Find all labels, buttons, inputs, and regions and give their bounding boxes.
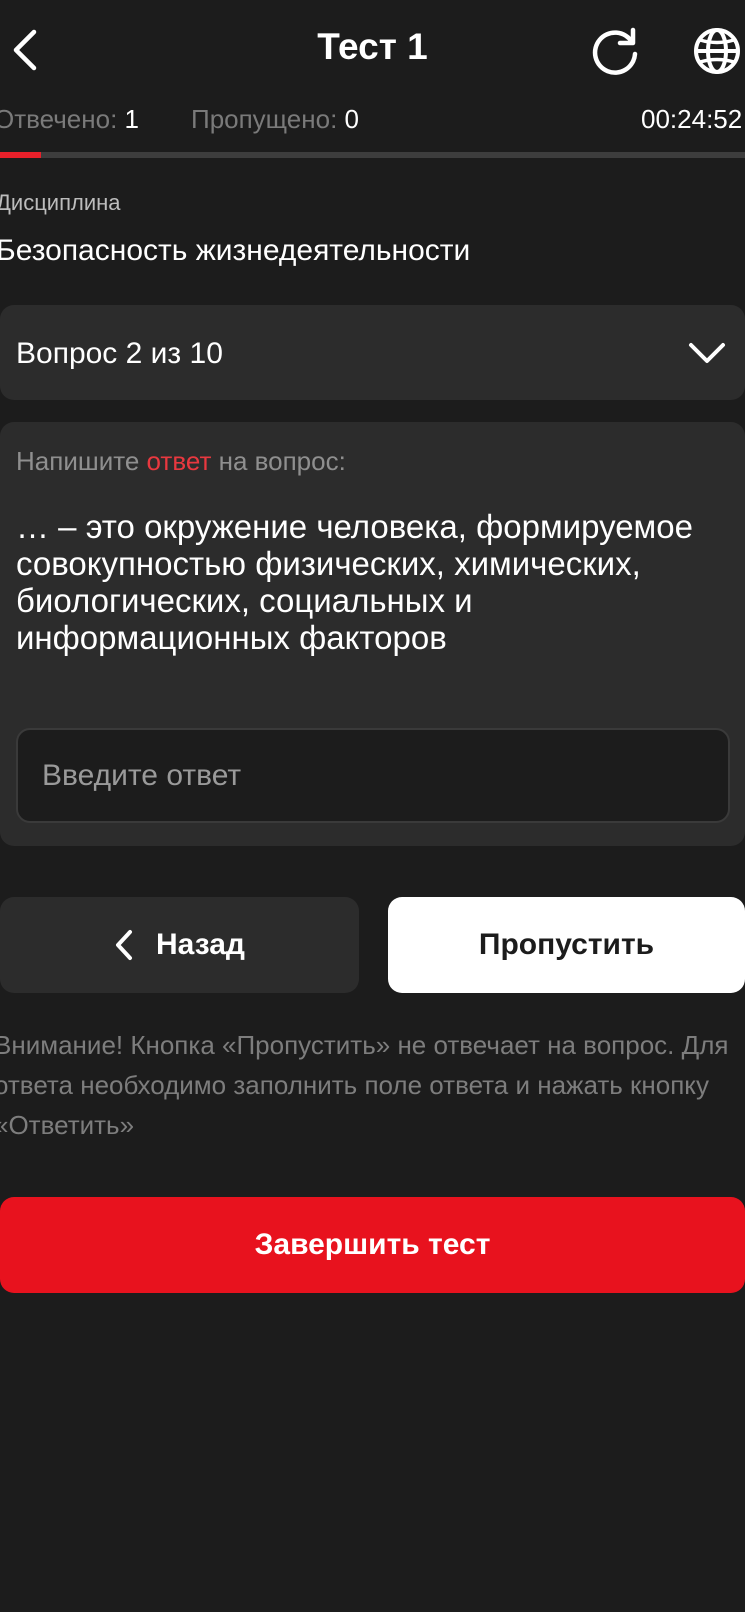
stats-row: Отвечено: 1 Пропущено: 0 00:24:52 bbox=[0, 104, 745, 144]
back-button[interactable]: Назад bbox=[0, 897, 359, 993]
answered-stat: Отвечено: 1 bbox=[0, 104, 139, 135]
question-selector[interactable]: Вопрос 2 из 10 bbox=[0, 305, 745, 400]
header: Тест 1 bbox=[0, 0, 745, 100]
question-card: Напишите ответ на вопрос: … – это окруже… bbox=[0, 422, 745, 846]
test-screen: Тест 1 Отвечено: 1 Пропущено: 0 00:24:52… bbox=[0, 0, 745, 1612]
skip-button-label: Пропустить bbox=[478, 928, 655, 961]
chevron-down-icon bbox=[689, 343, 725, 363]
globe-icon bbox=[694, 28, 740, 74]
language-button[interactable] bbox=[690, 24, 744, 78]
chevron-left-icon bbox=[116, 930, 133, 960]
skipped-count: 0 bbox=[344, 104, 359, 134]
refresh-icon bbox=[592, 27, 638, 75]
prompt-text-before: Напишите bbox=[16, 446, 147, 476]
skip-button[interactable]: Пропустить bbox=[388, 897, 745, 993]
prompt-accent: ответ bbox=[146, 446, 212, 476]
skipped-stat: Пропущено: 0 bbox=[191, 104, 359, 135]
answered-count: 1 bbox=[124, 104, 139, 134]
finish-button-label: Завершить тест bbox=[254, 1228, 491, 1261]
warning-text: Внимание! Кнопка «Пропустить» не отвечае… bbox=[0, 1030, 729, 1140]
skipped-label: Пропущено: bbox=[191, 104, 338, 134]
timer: 00:24:52 bbox=[641, 104, 743, 134]
question-text: … – это окружение человека, формируемое … bbox=[16, 508, 693, 656]
finish-test-button[interactable]: Завершить тест bbox=[0, 1197, 745, 1293]
refresh-button[interactable] bbox=[588, 24, 642, 78]
discipline-value: Безопасность жизнедеятельности bbox=[0, 234, 471, 267]
back-button-label: Назад bbox=[156, 928, 245, 961]
question-selector-label: Вопрос 2 из 10 bbox=[16, 337, 223, 370]
progress-bar bbox=[0, 152, 745, 158]
answer-input[interactable] bbox=[16, 728, 730, 823]
discipline-label: Дисциплина bbox=[0, 190, 121, 215]
question-prompt: Напишите ответ на вопрос: bbox=[16, 446, 346, 477]
progress-fill bbox=[0, 152, 41, 158]
answered-label: Отвечено: bbox=[0, 104, 118, 134]
prompt-text-after: на вопрос: bbox=[211, 446, 346, 476]
